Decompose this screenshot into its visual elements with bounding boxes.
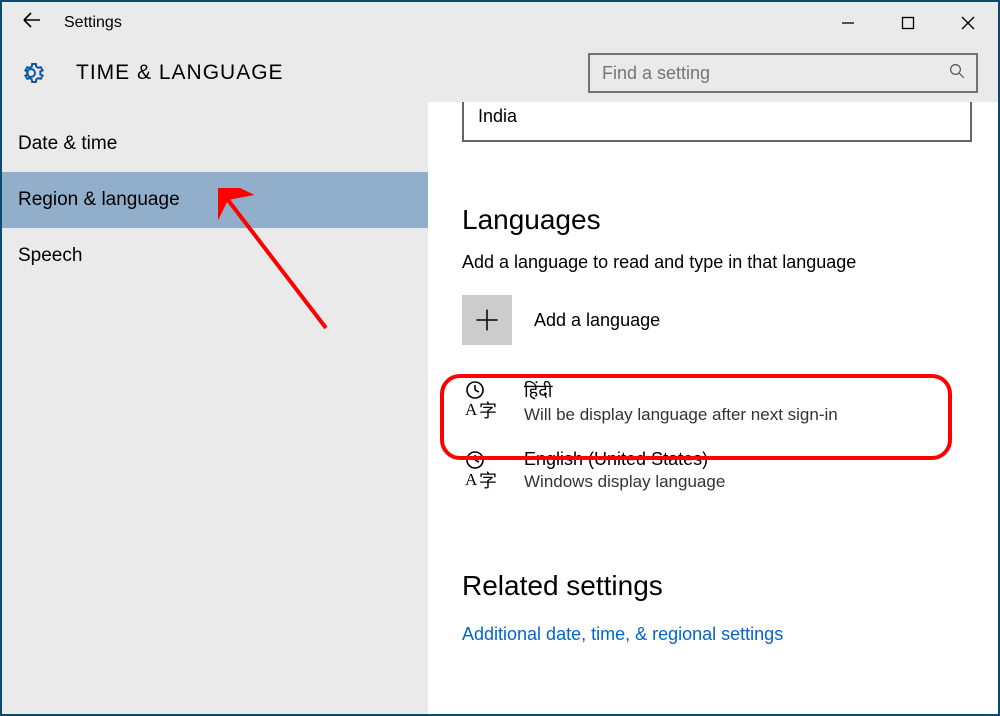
settings-window: Settings TIME & LANGUAGE [0,0,1000,716]
region-select[interactable]: India [462,102,972,142]
sidebar: Date & time Region & language Speech [2,102,428,714]
search-icon [948,62,966,85]
search-input[interactable] [600,62,948,85]
languages-heading: Languages [462,204,998,236]
related-settings-heading: Related settings [462,570,998,602]
sidebar-item-speech[interactable]: Speech [2,228,428,284]
content-area: Date & time Region & language Speech Ind… [2,102,998,714]
main-panel: India Languages Add a language to read a… [428,102,998,714]
svg-text:字: 字 [479,401,497,419]
languages-description: Add a language to read and type in that … [462,252,998,273]
language-pack-icon: A 字 [462,379,506,425]
svg-text:A: A [465,470,478,489]
svg-text:A: A [465,400,478,419]
back-button[interactable] [20,8,64,38]
page-header: TIME & LANGUAGE [2,44,998,102]
window-title: Settings [64,14,122,32]
related-settings-link[interactable]: Additional date, time, & regional settin… [462,624,998,645]
language-subtitle: Windows display language [524,472,725,492]
gear-icon [14,56,48,90]
language-name: हिंदी [524,379,838,403]
maximize-button[interactable] [878,2,938,44]
plus-icon [462,295,512,345]
titlebar: Settings [2,2,998,44]
language-pack-icon: A 字 [462,449,506,494]
language-item-english[interactable]: A 字 English (United States) Windows disp… [462,443,998,500]
minimize-button[interactable] [818,2,878,44]
add-language-label: Add a language [534,310,660,331]
svg-text:字: 字 [479,471,497,489]
window-controls [818,2,998,44]
sidebar-item-region-language[interactable]: Region & language [2,172,428,228]
language-item-hindi[interactable]: A 字 हिंदी Will be display language after… [462,379,998,425]
sidebar-item-date-time[interactable]: Date & time [2,116,428,172]
language-subtitle: Will be display language after next sign… [524,405,838,425]
language-name: English (United States) [524,449,725,470]
search-box[interactable] [588,53,978,93]
page-title: TIME & LANGUAGE [76,61,284,85]
close-button[interactable] [938,2,998,44]
add-language-button[interactable]: Add a language [462,295,998,345]
